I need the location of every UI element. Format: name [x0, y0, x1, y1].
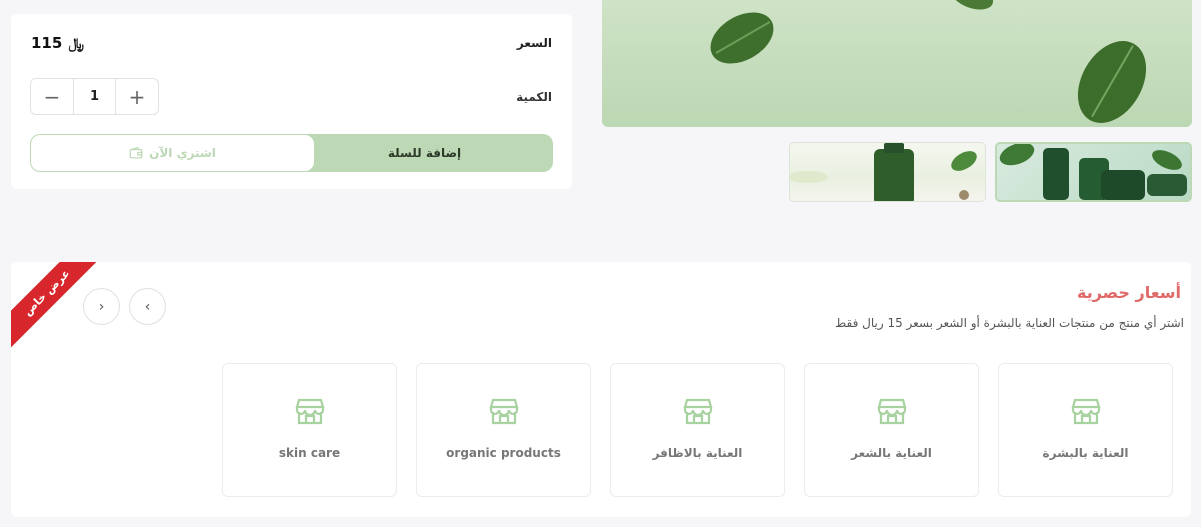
category-label: العناية بالبشرة	[1042, 446, 1129, 460]
carousel-prev-button[interactable]: ‹	[83, 288, 120, 325]
chevron-right-icon: ›	[144, 298, 151, 315]
buy-now-button[interactable]: اشتري الآن	[30, 134, 315, 172]
store-icon	[877, 398, 906, 425]
leaves-illustration	[710, 0, 1147, 123]
chevron-left-icon: ‹	[98, 298, 105, 315]
category-card[interactable]: العناية بالبشرة	[998, 363, 1173, 497]
price-amount: 115	[31, 34, 63, 52]
offers-title: أسعار حصرية	[1077, 283, 1181, 302]
wallet-icon	[129, 146, 143, 159]
offers-subtitle: اشتر أي منتج من منتجات العناية بالبشرة أ…	[835, 316, 1184, 330]
quantity-label: الكمية	[516, 90, 552, 104]
add-to-cart-button[interactable]: إضافة للسلة	[296, 134, 553, 172]
category-label: العناية بالشعر	[851, 446, 932, 460]
store-icon	[683, 398, 712, 425]
category-card[interactable]: العناية بالشعر	[804, 363, 979, 497]
carousel-next-button[interactable]: ›	[129, 288, 166, 325]
price-row: السعر 115 ﷼	[31, 34, 552, 56]
product-main-image	[602, 0, 1192, 127]
category-card[interactable]: organic products	[416, 363, 591, 497]
category-label: skin care	[278, 446, 341, 460]
store-icon	[295, 398, 324, 425]
category-label: العناية بالاظافر	[652, 446, 743, 460]
buy-now-label: اشتري الآن	[149, 146, 216, 160]
quantity-value[interactable]: 1	[73, 79, 116, 114]
decrease-quantity-button[interactable]: −	[31, 79, 73, 114]
category-label: organic products	[446, 446, 561, 460]
minus-icon: −	[43, 84, 61, 109]
gallery-thumbnail-selected[interactable]	[995, 142, 1192, 202]
purchase-panel: السعر 115 ﷼ الكمية − 1 + إضافة للسلة اشت…	[11, 14, 572, 189]
gallery-thumbnail[interactable]	[789, 142, 986, 202]
increase-quantity-button[interactable]: +	[116, 79, 158, 114]
price-label: السعر	[516, 36, 552, 50]
category-card[interactable]: العناية بالاظافر	[610, 363, 785, 497]
store-icon	[489, 398, 518, 425]
add-to-cart-label: إضافة للسلة	[387, 146, 462, 160]
special-offers-section: عرض خاص ‹ › أسعار حصرية اشتر أي منتج من …	[11, 262, 1191, 517]
quantity-stepper: − 1 +	[30, 78, 159, 115]
category-card[interactable]: skin care	[222, 363, 397, 497]
products-set-thumbnail-image	[999, 144, 1187, 200]
price-value: 115 ﷼	[31, 34, 84, 52]
serum-bottle-thumbnail-image	[790, 143, 977, 201]
plus-icon: +	[128, 84, 146, 109]
currency-symbol: ﷼	[68, 36, 85, 52]
store-icon	[1071, 398, 1100, 425]
